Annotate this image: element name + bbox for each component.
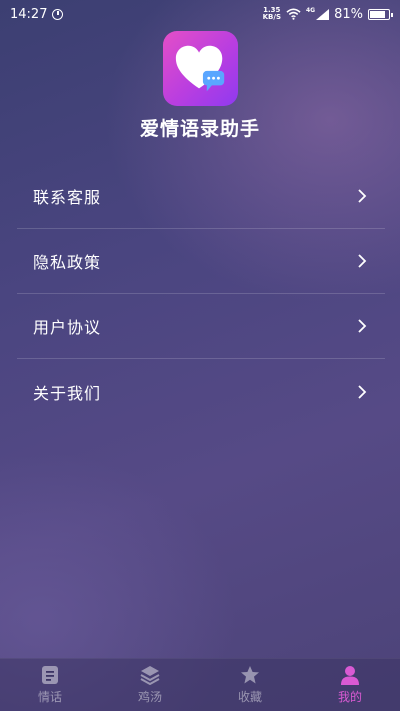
document-icon [42, 666, 58, 684]
chevron-right-icon [358, 384, 367, 399]
chevron-right-icon [358, 189, 367, 203]
bottom-tab-bar: 情话 鸡汤 收藏 我的 [0, 658, 400, 711]
layers-icon [140, 666, 160, 685]
battery-percent: 81% [334, 6, 363, 22]
chevron-right-icon [358, 254, 367, 268]
status-time: 14:27 [10, 6, 48, 22]
menu-item-label: 关于我们 [33, 383, 102, 403]
signal-wrap: 4G [305, 6, 330, 20]
network-type: 4G [305, 6, 316, 14]
menu-list: 联系客服 隐私政策 用户协议 关于我们 [17, 164, 385, 424]
app-logo [163, 31, 238, 106]
menu-item-user-agreement[interactable]: 用户协议 [17, 294, 385, 359]
net-speed-unit: KB/S [262, 13, 281, 21]
alarm-icon [52, 8, 64, 20]
tab-label: 鸡汤 [137, 690, 162, 704]
menu-item-label: 用户协议 [33, 318, 102, 337]
person-icon [341, 666, 359, 685]
status-left: 14:27 [10, 6, 64, 22]
menu-item-about-us[interactable]: 关于我们 [17, 359, 385, 424]
battery-icon [368, 8, 393, 20]
tab-chicken-soup[interactable]: 鸡汤 [100, 665, 200, 705]
menu-item-privacy-policy[interactable]: 隐私政策 [17, 229, 385, 294]
tab-label: 我的 [337, 690, 362, 704]
heart-chat-icon [175, 45, 224, 91]
star-icon [241, 666, 259, 684]
tab-label: 收藏 [237, 690, 262, 704]
signal-icon [316, 8, 330, 20]
chevron-right-icon [358, 319, 367, 333]
app-title: 爱情语录助手 [139, 118, 260, 140]
tab-label: 情话 [37, 690, 62, 704]
net-speed: 1.35 KB/S [263, 7, 281, 21]
battery-fill [370, 10, 385, 18]
tab-favorites[interactable]: 收藏 [200, 665, 300, 705]
tab-mine[interactable]: 我的 [300, 665, 400, 705]
status-bar: 14:27 1.35 KB/S 4G 81% [0, 0, 400, 28]
status-right: 1.35 KB/S 4G 81% [263, 6, 393, 22]
wifi-icon [286, 8, 301, 20]
menu-item-contact-support[interactable]: 联系客服 [17, 164, 385, 229]
menu-item-label: 联系客服 [33, 188, 102, 207]
tab-love-quotes[interactable]: 情话 [0, 665, 100, 705]
menu-item-label: 隐私政策 [33, 253, 102, 272]
